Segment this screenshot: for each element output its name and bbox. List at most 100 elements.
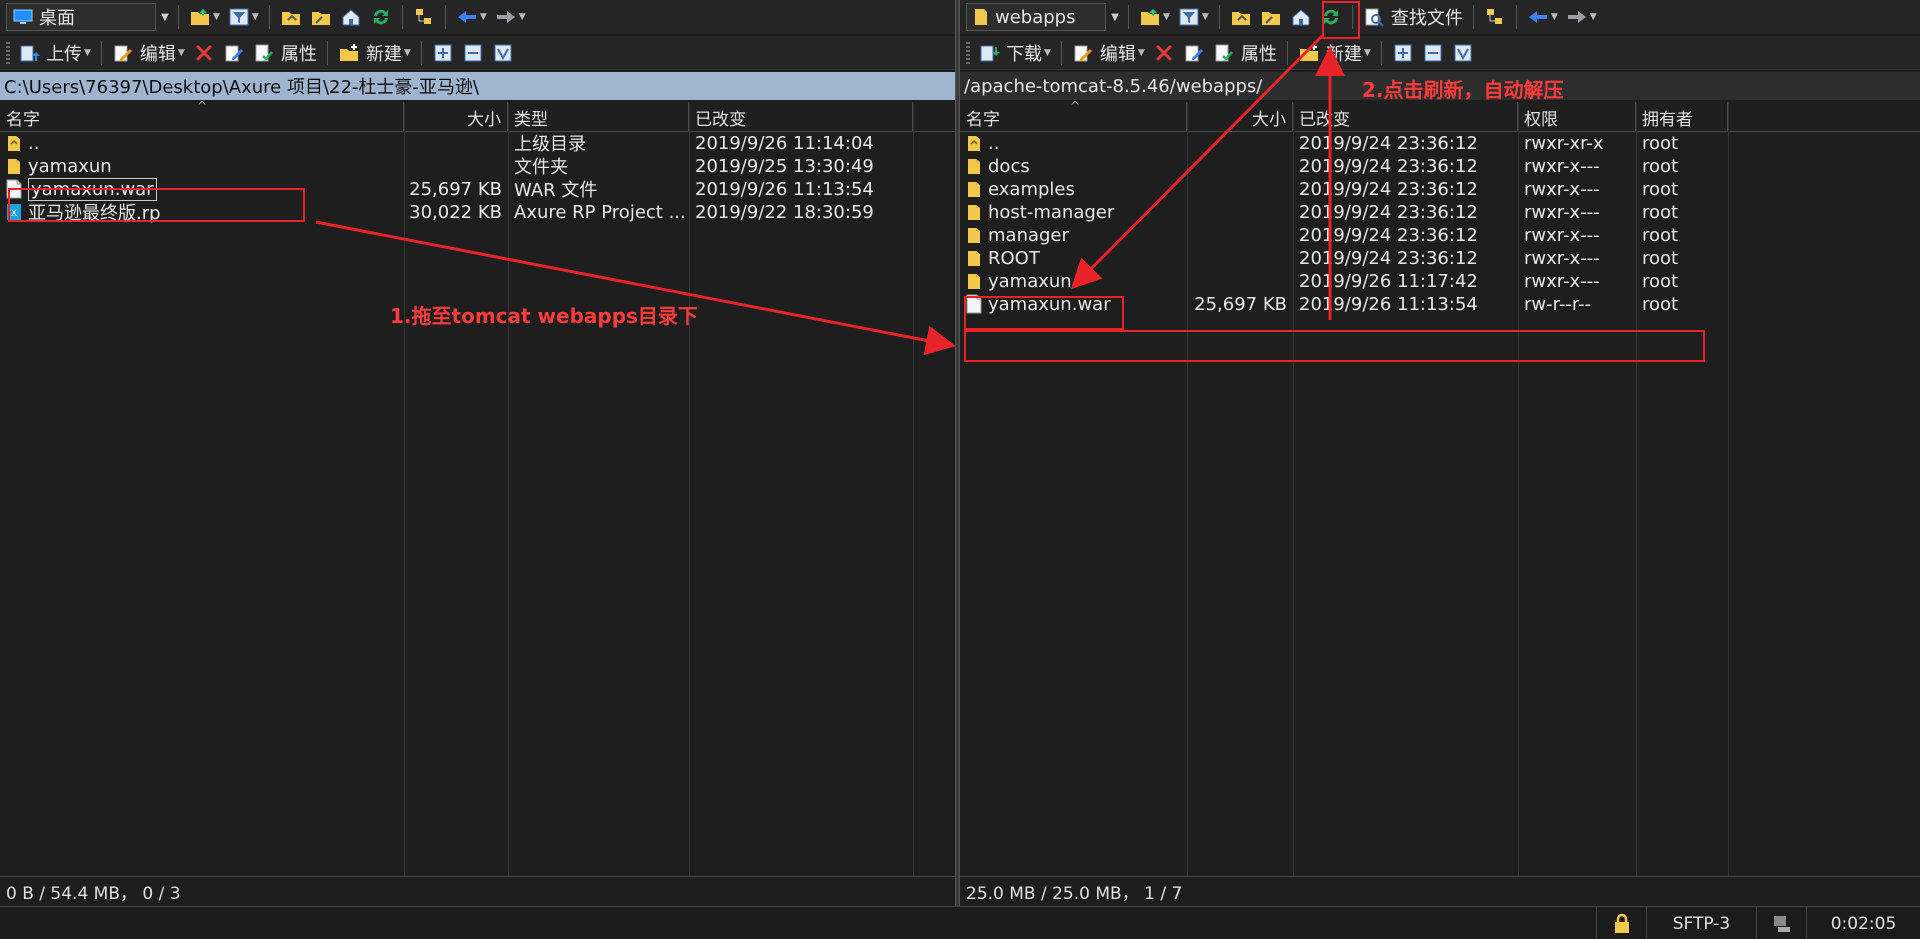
remote-drive-select[interactable]: webapps (966, 3, 1106, 31)
upload-button[interactable]: 上传 (14, 39, 86, 67)
folder-icon (966, 179, 982, 199)
edit-button[interactable]: 编辑 (108, 39, 180, 67)
column-size[interactable]: 大小 (404, 102, 508, 132)
home-icon[interactable] (336, 3, 366, 31)
remote-toolbar-nav: webapps ▼ ▼ ▼ 查找文件 ▼ ▼ (960, 0, 1920, 34)
new-folder-icon (339, 43, 358, 61)
chevron-down-icon[interactable]: ▼ (1108, 3, 1122, 31)
properties-button[interactable]: 属性 (249, 39, 321, 67)
file-name: docs (988, 155, 1030, 177)
parent-folder-icon[interactable] (1226, 3, 1256, 31)
properties-icon (1215, 44, 1233, 61)
file-name: .. (28, 132, 40, 154)
back-arrow-icon[interactable] (452, 3, 482, 31)
local-path-bar[interactable]: C:\Users\76397\Desktop\Axure 项目\22-杜士豪-亚… (0, 72, 955, 100)
file-size: 30,022 KB (409, 201, 502, 223)
local-drive-label: 桌面 (39, 8, 75, 29)
download-icon (980, 45, 1000, 61)
chevron-down-icon[interactable]: ▼ (84, 48, 91, 58)
new-button[interactable]: 新建 (1294, 39, 1366, 67)
network-icon (1756, 907, 1806, 939)
sort-ascending-icon: ^ (1070, 99, 1081, 113)
chevron-down-icon[interactable]: ▼ (213, 12, 220, 22)
chevron-down-icon[interactable]: ▼ (178, 48, 185, 58)
column-extra (1728, 102, 1920, 132)
folder-icon (966, 225, 982, 245)
column-size[interactable]: 大小 (1187, 102, 1293, 132)
file-size: 25,697 KB (1194, 293, 1287, 315)
tree-icon[interactable] (1480, 3, 1510, 31)
parent-folder-icon[interactable] (276, 3, 306, 31)
chevron-down-icon[interactable]: ▼ (1138, 48, 1145, 58)
chevron-down-icon[interactable]: ▼ (1202, 12, 1209, 22)
find-files-button[interactable]: 查找文件 (1359, 3, 1467, 31)
remote-pane: webapps ▼ ▼ ▼ 查找文件 ▼ ▼ 下载 ▼ 编辑 ▼ 属性 新建 ▼… (960, 0, 1920, 906)
back-arrow-icon[interactable] (1523, 3, 1553, 31)
column-type[interactable]: 类型 (508, 102, 689, 132)
new-button[interactable]: 新建 (334, 39, 406, 67)
folder-icon (966, 271, 982, 291)
select-plus-icon[interactable] (1388, 39, 1418, 67)
local-drive-select[interactable]: 桌面 (6, 3, 156, 31)
chevron-down-icon[interactable]: ▼ (252, 12, 259, 22)
new-label: 新建 (1325, 43, 1362, 65)
open-folder-icon[interactable] (1135, 3, 1165, 31)
filter-icon[interactable] (1174, 3, 1204, 31)
invert-selection-icon[interactable] (1448, 39, 1478, 67)
open-folder-icon[interactable] (185, 3, 215, 31)
column-rights[interactable]: 权限 (1518, 102, 1636, 132)
select-minus-icon[interactable] (458, 39, 488, 67)
edit-icon (1074, 45, 1092, 61)
rename-icon[interactable] (1179, 39, 1209, 67)
chevron-down-icon[interactable]: ▼ (1044, 48, 1051, 58)
remote-column-header: 名字 大小 已改变 权限 拥有者 (960, 102, 1920, 132)
properties-icon (255, 44, 273, 61)
rename-icon[interactable] (219, 39, 249, 67)
file-name: .. (988, 132, 1000, 154)
tree-icon[interactable] (409, 3, 439, 31)
properties-button[interactable]: 属性 (1209, 39, 1281, 67)
invert-selection-icon[interactable] (488, 39, 518, 67)
forward-arrow-icon[interactable] (491, 3, 521, 31)
remote-drive-label: webapps (995, 6, 1076, 28)
new-folder-icon (1299, 43, 1318, 61)
select-minus-icon[interactable] (1418, 39, 1448, 67)
chevron-down-icon[interactable]: ▼ (404, 48, 411, 58)
folder-icon (966, 248, 982, 268)
root-folder-icon[interactable] (1256, 3, 1286, 31)
local-column-header: 名字 大小 类型 已改变 (0, 102, 955, 132)
file-modified: 2019/9/22 18:30:59 (695, 201, 874, 223)
chevron-down-icon[interactable]: ▼ (1364, 48, 1371, 58)
forward-arrow-icon[interactable] (1562, 3, 1592, 31)
filter-icon[interactable] (224, 3, 254, 31)
column-modified[interactable]: 已改变 (1293, 102, 1518, 132)
new-label: 新建 (365, 43, 402, 65)
column-owner[interactable]: 拥有者 (1636, 102, 1728, 132)
column-modified[interactable]: 已改变 (689, 102, 913, 132)
file-name: yamaxun (988, 270, 1072, 292)
chevron-down-icon[interactable]: ▼ (519, 12, 526, 22)
file-name: host-manager (988, 201, 1115, 223)
chevron-down-icon[interactable]: ▼ (480, 12, 487, 22)
home-icon[interactable] (1286, 3, 1316, 31)
annotation-step-2: 2.点击刷新，自动解压 (1362, 78, 1564, 102)
chevron-down-icon[interactable]: ▼ (158, 3, 172, 31)
upload-icon (20, 45, 40, 61)
protocol-label: SFTP-3 (1646, 907, 1756, 939)
annotation-step-1: 1.拖至tomcat webapps目录下 (390, 304, 698, 328)
refresh-icon[interactable] (366, 3, 396, 31)
folder-icon (966, 156, 982, 176)
chevron-down-icon[interactable]: ▼ (1163, 12, 1170, 22)
select-plus-icon[interactable] (428, 39, 458, 67)
root-folder-icon[interactable] (306, 3, 336, 31)
chevron-down-icon[interactable]: ▼ (1590, 12, 1597, 22)
file-name: examples (988, 178, 1075, 200)
delete-icon[interactable] (1149, 39, 1179, 67)
edit-button[interactable]: 编辑 (1068, 39, 1140, 67)
download-button[interactable]: 下载 (974, 39, 1046, 67)
file-owner: root (1642, 293, 1679, 315)
annotation-box-war-remote (964, 330, 1705, 362)
chevron-down-icon[interactable]: ▼ (1551, 12, 1558, 22)
delete-icon[interactable] (189, 39, 219, 67)
folder-icon (6, 156, 22, 176)
